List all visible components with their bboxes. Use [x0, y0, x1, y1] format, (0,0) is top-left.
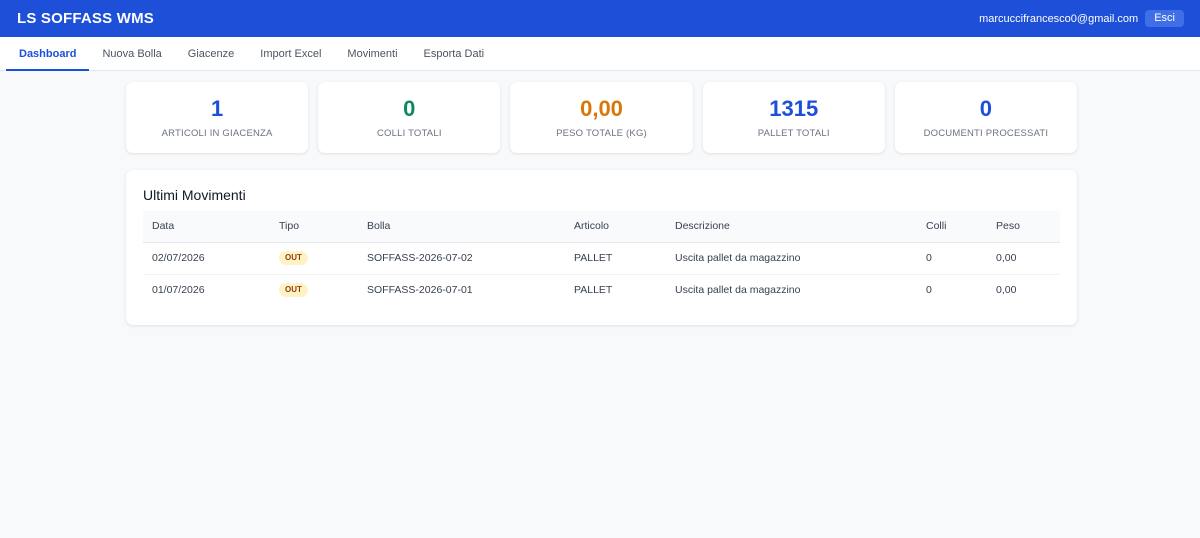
tab-dashboard[interactable]: Dashboard [6, 37, 90, 71]
tab-nuova-bolla[interactable]: Nuova Bolla [89, 37, 174, 70]
stat-card-colli: 0 Colli totali [318, 82, 501, 153]
tab-import-excel[interactable]: Import Excel [247, 37, 334, 70]
cell-colli: 0 [917, 242, 987, 275]
cell-data: 01/07/2026 [152, 284, 205, 297]
cell-data: 02/07/2026 [143, 242, 270, 275]
tab-esporta-dati[interactable]: Esporta Dati [411, 37, 498, 70]
column-header-articolo[interactable]: Articolo [565, 211, 666, 243]
column-header-colli[interactable]: Colli [917, 211, 987, 243]
stat-label: Documenti processati [923, 127, 1049, 139]
user-email: marcuccifrancesco0@gmail.com [979, 12, 1139, 25]
table-header-row: Data Tipo Bolla Articolo Descrizione Col… [143, 211, 1060, 243]
cell-tipo: OUT [270, 242, 358, 275]
cell-articolo: PALLET [574, 284, 613, 297]
stat-value: 0,00 [580, 95, 623, 121]
column-header-data[interactable]: Data [143, 211, 270, 243]
column-header-bolla[interactable]: Bolla [358, 211, 565, 243]
type-badge: OUT [279, 283, 308, 298]
stat-value: 1315 [769, 95, 819, 121]
cell-peso: 0,00 [987, 242, 1060, 275]
cell-tipo: OUT [270, 274, 358, 306]
tab-movimenti[interactable]: Movimenti [334, 37, 410, 70]
stat-card-pallet: 1315 Pallet totali [702, 82, 885, 153]
cell-bolla: SOFFASS-2026-07-02 [358, 242, 565, 275]
tab-giacenze[interactable]: Giacenze [175, 37, 247, 70]
cell-peso: 0,00 [996, 284, 1017, 297]
stat-value: 0 [979, 95, 993, 121]
column-header-peso[interactable]: Peso [987, 211, 1060, 243]
cell-articolo: PALLET [565, 242, 666, 275]
stat-label: Peso totale (kg) [556, 127, 647, 139]
stat-value: 1 [210, 95, 224, 121]
movements-title: Ultimi Movimenti [143, 187, 246, 203]
movements-table: Data Tipo Bolla Articolo Descrizione Col… [143, 211, 1060, 306]
cell-descrizione: Uscita pallet da magazzino [675, 284, 801, 297]
stats-row: 1 Articoli in giacenza 0 Colli totali 0,… [126, 82, 1078, 153]
cell-descrizione: Uscita pallet da magazzino [666, 242, 917, 275]
table-row[interactable]: 01/07/2026 OUT SOFFASS-2026-07-01 PALLET… [143, 274, 1060, 306]
cell-colli: 0 [926, 284, 932, 297]
type-badge: OUT [279, 251, 308, 265]
movements-card: Ultimi Movimenti Data Tipo Bolla Articol… [126, 170, 1077, 325]
main-nav: Dashboard Nuova Bolla Giacenze Import Ex… [0, 37, 1200, 71]
top-header: LS SOFFASS WMS marcuccifrancesco0@gmail.… [0, 0, 1200, 37]
stat-label: Articoli in giacenza [161, 127, 273, 139]
logout-button[interactable]: Esci [1145, 10, 1184, 27]
column-header-descrizione[interactable]: Descrizione [666, 211, 917, 243]
stat-card-peso: 0,00 Peso totale (kg) [510, 82, 693, 153]
stat-label: Pallet totali [757, 127, 830, 139]
user-area: marcuccifrancesco0@gmail.com Esci [979, 10, 1184, 27]
cell-bolla: SOFFASS-2026-07-01 [367, 284, 473, 297]
app-title: LS SOFFASS WMS [17, 10, 154, 27]
stat-value: 0 [403, 95, 416, 121]
column-header-tipo[interactable]: Tipo [270, 211, 358, 243]
table-row[interactable]: 02/07/2026 OUT SOFFASS-2026-07-02 PALLET… [143, 242, 1060, 275]
stat-label: Colli totali [376, 127, 442, 139]
stat-card-articoli: 1 Articoli in giacenza [126, 82, 309, 153]
stat-card-documenti: 0 Documenti processati [894, 82, 1078, 153]
